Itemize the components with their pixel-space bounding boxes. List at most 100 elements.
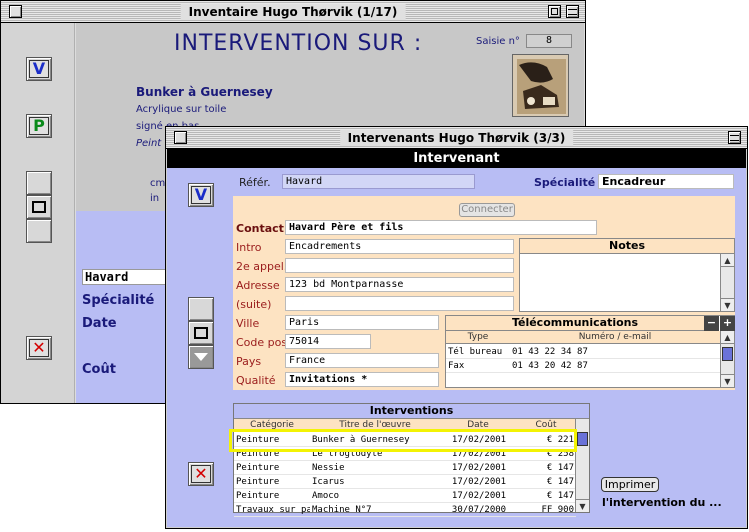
artwork-title: Bunker à Guernesey: [136, 85, 273, 99]
refer-label: Référ.: [239, 176, 271, 189]
cell-titre: Machine N°7: [312, 505, 372, 515]
close-box-icon[interactable]: [174, 131, 187, 144]
telecom-row[interactable]: Fax 01 43 20 42 87: [446, 359, 720, 373]
validate-button-2[interactable]: V: [188, 183, 214, 207]
zoom-box-icon[interactable]: [548, 5, 561, 18]
nav-stop-button[interactable]: [26, 195, 52, 219]
scroll-up-icon[interactable]: ▲: [721, 331, 734, 344]
intro-field[interactable]: Encadrements: [285, 239, 514, 254]
scroll-down-icon[interactable]: ▼: [721, 374, 734, 387]
print-caption: l'intervention du ...: [602, 496, 722, 509]
telecom-title: Télécommunications: [446, 316, 704, 331]
inventory-title: Inventaire Hugo Thørvik (1/17): [180, 4, 406, 20]
telecom-header: Type Numéro / e-mail: [446, 331, 720, 344]
suite-field[interactable]: [285, 296, 514, 311]
print-p-button[interactable]: P: [26, 114, 52, 138]
delete-button-2[interactable]: ✕: [188, 462, 214, 486]
cp-field[interactable]: 75014: [285, 334, 371, 349]
pays-field[interactable]: France: [285, 353, 439, 368]
artwork-painter: Peint: [136, 138, 162, 149]
cell-cout: € 147: [546, 477, 574, 487]
intervenant-field[interactable]: Havard: [82, 269, 168, 285]
v-icon: V: [191, 186, 211, 204]
artwork-image-icon: [513, 55, 568, 116]
chevron-down-icon: [194, 353, 208, 361]
notes-panel[interactable]: Notes ▲ ▼: [519, 238, 735, 312]
validate-button[interactable]: V: [26, 57, 52, 81]
telecom-plus-button[interactable]: +: [720, 316, 735, 331]
p-icon: P: [29, 117, 49, 135]
x-icon: ✕: [191, 465, 211, 483]
intro-label: Intro: [236, 241, 262, 254]
scroll-up-icon[interactable]: ▲: [721, 254, 734, 267]
scroll-down-icon[interactable]: ▼: [576, 499, 589, 512]
cell-cat: Peinture: [236, 463, 280, 473]
x-icon: ✕: [29, 339, 49, 357]
intervenant-header: Intervenant: [167, 149, 746, 168]
cell-date: 17/02/2001: [451, 463, 507, 473]
connect-button[interactable]: Connecter: [459, 203, 515, 217]
cell-titre: Nessie: [312, 463, 345, 473]
suite-label: (suite): [236, 298, 272, 311]
qualite-label: Qualité: [236, 374, 276, 387]
pays-label: Pays: [236, 355, 262, 368]
refer-field[interactable]: Havard: [282, 174, 475, 189]
collapse-box-icon[interactable]: [728, 131, 741, 144]
nav-up-button[interactable]: [26, 171, 52, 195]
qualite-field[interactable]: Invitations *: [285, 372, 439, 387]
cell-cout: € 147: [546, 491, 574, 501]
interventions-table[interactable]: Interventions Catégorie Titre de l'œuvre…: [233, 403, 590, 517]
adresse-field[interactable]: 123 bd Montparnasse: [285, 277, 514, 292]
cell-titre: Icarus: [312, 477, 345, 487]
saisie-number: 8: [526, 34, 572, 48]
telecom-number: 01 43 20 42 87: [512, 361, 588, 371]
telecom-type: Tél bureau: [448, 347, 503, 357]
ville-label: Ville: [236, 317, 260, 330]
v-icon: V: [29, 60, 49, 78]
appel-label: 2e appel.: [236, 260, 288, 273]
scroll-thumb[interactable]: [722, 347, 733, 361]
table-row[interactable]: Peinture Amoco 17/02/2001 € 147: [234, 489, 576, 503]
table-row[interactable]: Peinture Nessie 17/02/2001 € 147: [234, 461, 576, 475]
contact-label: Contact: [236, 222, 284, 235]
table-row[interactable]: Peinture Icarus 17/02/2001 € 147: [234, 475, 576, 489]
print-button[interactable]: Imprimer: [601, 477, 659, 492]
telecom-row[interactable]: Tél bureau 01 43 22 34 87: [446, 345, 720, 359]
telecom-scrollbar[interactable]: ▲ ▼: [720, 331, 734, 387]
intervention-heading: INTERVENTION SUR :: [174, 31, 423, 56]
telecom-col-type: Type: [467, 332, 489, 342]
specialite-field[interactable]: Encadreur: [598, 174, 734, 189]
interventions-scrollbar[interactable]: ▼: [575, 419, 589, 512]
ville-field[interactable]: Paris: [285, 315, 439, 330]
scroll-down-icon[interactable]: ▼: [721, 298, 734, 311]
cell-date: 30/07/2000: [451, 505, 507, 515]
notes-scrollbar[interactable]: ▲ ▼: [720, 254, 734, 311]
appel-field[interactable]: [285, 258, 514, 273]
telecom-panel[interactable]: Télécommunications − + Type Numéro / e-m…: [445, 315, 735, 388]
artwork-dims-cm: cm: [150, 178, 166, 189]
artwork-dims-in: in: [150, 193, 160, 204]
collapse-box-icon[interactable]: [566, 5, 579, 18]
contact-field[interactable]: Havard Père et fils: [285, 220, 597, 235]
nav-down-button[interactable]: [26, 219, 52, 243]
close-box-icon[interactable]: [9, 5, 22, 18]
intervenants-titlebar[interactable]: Intervenants Hugo Thørvik (3/3): [166, 127, 747, 149]
table-row[interactable]: Travaux sur pa Machine N°7 30/07/2000 FF 90…: [234, 503, 576, 517]
telecom-col-num: Numéro / e-mail: [578, 332, 652, 342]
nav-up-button-2[interactable]: [188, 297, 214, 321]
cell-cout: € 147: [546, 463, 574, 473]
inventory-titlebar[interactable]: Inventaire Hugo Thørvik (1/17): [1, 1, 585, 23]
cell-date: 17/02/2001: [451, 491, 507, 501]
scroll-thumb[interactable]: [577, 432, 588, 446]
specialite-label: Spécialité: [82, 293, 155, 308]
telecom-minus-button[interactable]: −: [704, 316, 719, 331]
cell-cat: Peinture: [236, 491, 280, 501]
nav-stop-button-2[interactable]: [188, 321, 214, 345]
cell-date: 17/02/2001: [451, 477, 507, 487]
delete-button[interactable]: ✕: [26, 336, 52, 360]
nav-down-button-2[interactable]: [188, 345, 214, 369]
date-label: Date: [82, 316, 117, 331]
adresse-label: Adresse: [236, 279, 280, 292]
cell-cout: FF 900: [541, 505, 574, 515]
cell-cat: Peinture: [236, 477, 280, 487]
